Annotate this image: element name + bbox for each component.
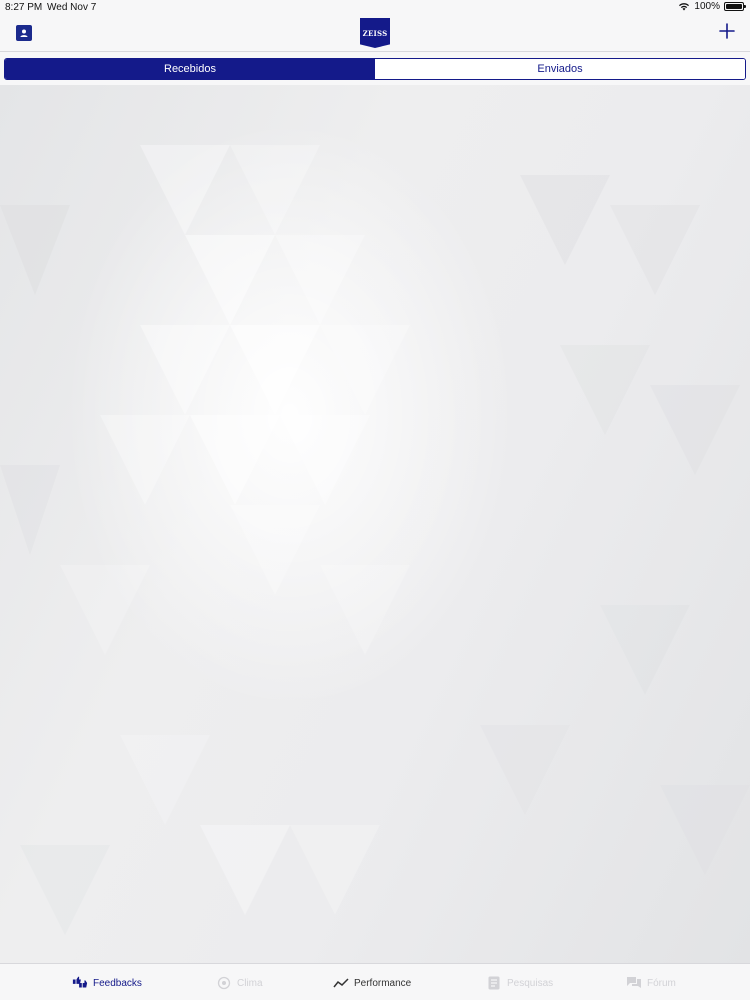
status-date: Wed Nov 7 — [47, 2, 97, 13]
add-icon[interactable] — [718, 22, 736, 40]
wifi-icon — [679, 3, 690, 11]
battery-icon — [724, 2, 746, 11]
tab-clima-label: Clima — [237, 977, 263, 989]
person-card-icon — [20, 29, 28, 37]
status-time: 8:27 PM — [5, 2, 43, 13]
status-bar: 8:27 PM Wed Nov 7 100% — [0, 0, 750, 16]
tab-feedbacks-label: Feedbacks — [93, 977, 142, 989]
tab-pesquisas-label: Pesquisas — [507, 977, 554, 989]
profile-button[interactable] — [16, 25, 32, 41]
tab-performance-label: Performance — [354, 977, 412, 989]
document-icon — [486, 975, 502, 991]
battery-percent: 100% — [694, 1, 720, 12]
tab-forum-label: Fórum — [647, 977, 676, 989]
tab-performance[interactable]: Performance — [333, 974, 411, 992]
tab-clima[interactable]: Clima — [216, 974, 263, 992]
zeiss-logo: ZEISS — [360, 18, 390, 48]
segment-recebidos-label: Recebidos — [164, 63, 216, 75]
tab-feedbacks[interactable]: Feedbacks — [72, 974, 142, 992]
background-pattern — [0, 145, 750, 935]
tab-forum[interactable]: Fórum — [626, 974, 676, 992]
chat-icon — [626, 975, 642, 991]
nav-bar: ZEISS — [0, 16, 750, 52]
segment-enviados[interactable]: Enviados — [375, 59, 745, 79]
segmented-control: Recebidos Enviados — [4, 58, 746, 80]
segment-recebidos[interactable]: Recebidos — [5, 59, 375, 79]
logo-text: ZEISS — [362, 28, 388, 38]
feedback-list-area[interactable] — [0, 85, 750, 963]
segment-enviados-label: Enviados — [537, 63, 583, 75]
thumbs-icon — [72, 975, 88, 991]
tab-bar: Feedbacks Clima Performance Pesquisas Fó… — [0, 963, 750, 1000]
status-right: 100% — [678, 1, 746, 12]
clima-icon — [216, 975, 232, 991]
trend-icon — [333, 975, 349, 991]
tab-pesquisas[interactable]: Pesquisas — [486, 974, 553, 992]
